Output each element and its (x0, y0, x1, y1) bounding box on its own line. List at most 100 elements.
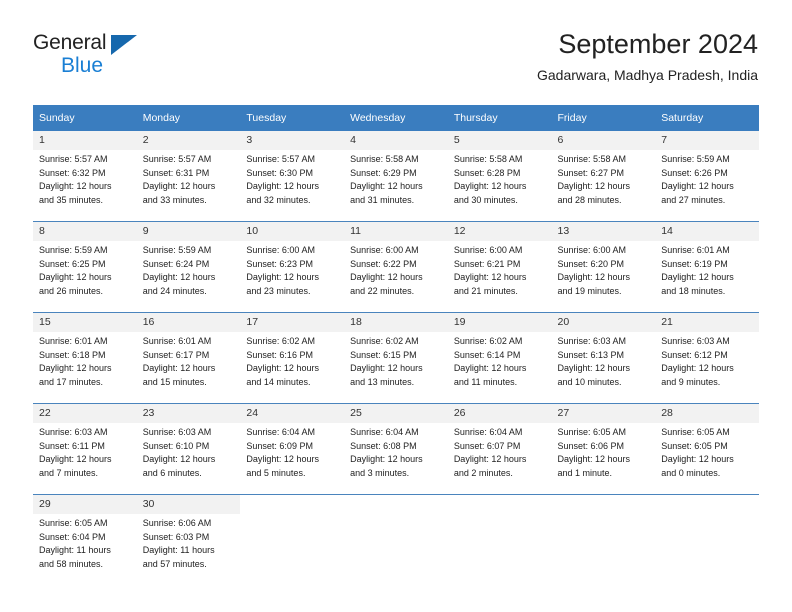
daylight-text-line2: and 19 minutes. (557, 285, 622, 296)
sunset-text: Sunset: 6:32 PM (39, 167, 106, 178)
sunset-text: Sunset: 6:29 PM (350, 167, 417, 178)
day-cell-inner: 2 Sunrise: 5:57 AM Sunset: 6:31 PM Daylight… (136, 131, 241, 215)
daylight-text-line2: and 31 minutes. (350, 194, 415, 205)
day-cell-inner: 18 Sunrise: 6:02 AM Sunset: 6:15 PM Dayligh… (344, 313, 448, 397)
calendar-day-cell[interactable]: 19 Sunrise: 6:02 AM Sunset: 6:14 PM Dayligh… (447, 312, 552, 397)
calendar-day-cell[interactable]: 13 Sunrise: 6:00 AM Sunset: 6:20 PM Dayligh… (551, 221, 656, 306)
sunset-text: Sunset: 6:09 PM (246, 440, 313, 451)
day-cell-inner (240, 495, 345, 579)
daylight-text-line2: and 10 minutes. (557, 376, 622, 387)
general-blue-logo[interactable]: General Blue (33, 32, 163, 84)
calendar-day-cell[interactable]: 2 Sunrise: 5:57 AM Sunset: 6:31 PM Daylight… (136, 131, 241, 215)
daylight-text-line2: and 24 minutes. (142, 285, 207, 296)
daylight-text-line1: Daylight: 12 hours (39, 181, 112, 192)
sunrise-text: Sunrise: 5:58 AM (453, 154, 523, 164)
daylight-text-line1: Daylight: 12 hours (142, 272, 216, 283)
sunset-text: Sunset: 6:27 PM (557, 167, 625, 178)
daylight-text-line2: and 57 minutes. (142, 558, 207, 569)
weekday-header-saturday: Saturday (655, 105, 759, 131)
calendar-day-cell[interactable]: 18 Sunrise: 6:02 AM Sunset: 6:15 PM Dayligh… (344, 312, 448, 397)
daylight-text-line2: and 14 minutes. (246, 376, 311, 387)
sunrise-text: Sunrise: 6:04 AM (350, 427, 419, 437)
daylight-text-line2: and 21 minutes. (453, 285, 518, 296)
calendar-day-cell[interactable]: 11 Sunrise: 6:00 AM Sunset: 6:22 PM Dayligh… (344, 221, 448, 306)
calendar-day-cell[interactable]: 20 Sunrise: 6:03 AM Sunset: 6:13 PM Dayligh… (551, 312, 656, 397)
calendar-empty-cell (344, 494, 448, 579)
day-cell-inner: 20 Sunrise: 6:03 AM Sunset: 6:13 PM Dayligh… (551, 313, 656, 397)
daylight-text-line2: and 22 minutes. (350, 285, 415, 296)
day-cell-inner: 11 Sunrise: 6:00 AM Sunset: 6:22 PM Dayligh… (344, 222, 448, 306)
sunset-text: Sunset: 6:18 PM (39, 349, 106, 360)
day-number: 14 (655, 222, 759, 241)
daylight-text-line1: Daylight: 12 hours (557, 272, 631, 283)
sunrise-text: Sunrise: 5:57 AM (142, 154, 212, 164)
day-details: Sunrise: 5:58 AM Sunset: 6:28 PM Daylight:… (448, 150, 552, 207)
day-details: Sunrise: 5:58 AM Sunset: 6:29 PM Daylight:… (344, 150, 448, 207)
weekday-header-friday: Friday (551, 105, 656, 131)
day-cell-inner: 17 Sunrise: 6:02 AM Sunset: 6:16 PM Dayligh… (240, 313, 345, 397)
daylight-text-line2: and 3 minutes. (350, 467, 410, 478)
calendar-day-cell[interactable]: 8 Sunrise: 5:59 AM Sunset: 6:25 PM Daylight… (33, 221, 137, 306)
day-details: Sunrise: 5:57 AM Sunset: 6:31 PM Daylight:… (137, 150, 241, 207)
day-details: Sunrise: 5:57 AM Sunset: 6:32 PM Daylight:… (33, 150, 137, 207)
calendar-day-cell[interactable]: 7 Sunrise: 5:59 AM Sunset: 6:26 PM Daylight… (655, 131, 759, 215)
calendar-day-cell[interactable]: 10 Sunrise: 6:00 AM Sunset: 6:23 PM Dayligh… (240, 221, 345, 306)
calendar-day-cell[interactable]: 16 Sunrise: 6:01 AM Sunset: 6:17 PM Dayligh… (136, 312, 241, 397)
day-details (344, 514, 448, 517)
daylight-text-line1: Daylight: 12 hours (246, 272, 319, 283)
sunrise-text: Sunrise: 5:58 AM (557, 154, 627, 164)
calendar-empty-cell (240, 494, 345, 579)
calendar-day-cell[interactable]: 21 Sunrise: 6:03 AM Sunset: 6:12 PM Dayligh… (655, 312, 759, 397)
day-details: Sunrise: 6:03 AM Sunset: 6:10 PM Daylight:… (137, 423, 241, 480)
calendar-day-cell[interactable]: 24 Sunrise: 6:04 AM Sunset: 6:09 PM Dayligh… (240, 403, 345, 488)
calendar-day-cell[interactable]: 12 Sunrise: 6:00 AM Sunset: 6:21 PM Dayligh… (447, 221, 552, 306)
day-details: Sunrise: 5:57 AM Sunset: 6:30 PM Daylight:… (240, 150, 344, 207)
calendar-week-row: 1 Sunrise: 5:57 AM Sunset: 6:32 PM Daylight… (33, 131, 759, 215)
day-cell-inner (344, 495, 448, 579)
sunrise-text: Sunrise: 6:02 AM (350, 336, 419, 346)
calendar-day-cell[interactable]: 1 Sunrise: 5:57 AM Sunset: 6:32 PM Daylight… (33, 131, 137, 215)
calendar-day-cell[interactable]: 17 Sunrise: 6:02 AM Sunset: 6:16 PM Dayligh… (240, 312, 345, 397)
calendar-day-cell[interactable]: 25 Sunrise: 6:04 AM Sunset: 6:08 PM Dayligh… (344, 403, 448, 488)
calendar-day-cell[interactable]: 23 Sunrise: 6:03 AM Sunset: 6:10 PM Dayligh… (136, 403, 241, 488)
sunset-text: Sunset: 6:04 PM (39, 531, 106, 542)
sunset-text: Sunset: 6:16 PM (246, 349, 313, 360)
weekday-header-wednesday: Wednesday (344, 105, 448, 131)
calendar-day-cell[interactable]: 4 Sunrise: 5:58 AM Sunset: 6:29 PM Daylight… (344, 131, 448, 215)
calendar-day-cell[interactable]: 5 Sunrise: 5:58 AM Sunset: 6:28 PM Daylight… (447, 131, 552, 215)
day-details: Sunrise: 6:06 AM Sunset: 6:03 PM Daylight:… (137, 514, 241, 571)
calendar-day-cell[interactable]: 15 Sunrise: 6:01 AM Sunset: 6:18 PM Dayligh… (33, 312, 137, 397)
calendar-day-cell[interactable]: 14 Sunrise: 6:01 AM Sunset: 6:19 PM Dayligh… (655, 221, 759, 306)
calendar-day-cell[interactable]: 29 Sunrise: 6:05 AM Sunset: 6:04 PM Dayligh… (33, 494, 137, 579)
sunset-text: Sunset: 6:28 PM (453, 167, 521, 178)
calendar-day-cell[interactable]: 28 Sunrise: 6:05 AM Sunset: 6:05 PM Dayligh… (655, 403, 759, 488)
calendar-day-cell[interactable]: 6 Sunrise: 5:58 AM Sunset: 6:27 PM Daylight… (551, 131, 656, 215)
day-number: 28 (655, 404, 759, 423)
calendar-day-cell[interactable]: 30 Sunrise: 6:06 AM Sunset: 6:03 PM Dayligh… (136, 494, 241, 579)
day-number: 8 (33, 222, 137, 241)
day-number: 4 (344, 131, 448, 150)
day-number (447, 495, 552, 514)
calendar-day-cell[interactable]: 3 Sunrise: 5:57 AM Sunset: 6:30 PM Daylight… (240, 131, 345, 215)
sunset-text: Sunset: 6:07 PM (453, 440, 521, 451)
sunrise-text: Sunrise: 6:00 AM (557, 245, 627, 255)
day-cell-inner: 9 Sunrise: 5:59 AM Sunset: 6:24 PM Daylight… (136, 222, 241, 306)
sunrise-text: Sunrise: 5:57 AM (39, 154, 108, 164)
daylight-text-line1: Daylight: 12 hours (661, 363, 734, 374)
day-details: Sunrise: 6:05 AM Sunset: 6:06 PM Daylight:… (552, 423, 656, 480)
calendar-day-cell[interactable]: 9 Sunrise: 5:59 AM Sunset: 6:24 PM Daylight… (136, 221, 241, 306)
day-details: Sunrise: 6:03 AM Sunset: 6:11 PM Daylight:… (33, 423, 137, 480)
sunrise-text: Sunrise: 6:03 AM (557, 336, 627, 346)
logo-text-general: General (33, 31, 107, 54)
calendar-day-cell[interactable]: 22 Sunrise: 6:03 AM Sunset: 6:11 PM Dayligh… (33, 403, 137, 488)
day-number: 18 (344, 313, 448, 332)
day-cell-inner (551, 495, 656, 579)
sunrise-text: Sunrise: 5:59 AM (142, 245, 212, 255)
calendar-day-cell[interactable]: 27 Sunrise: 6:05 AM Sunset: 6:06 PM Dayligh… (551, 403, 656, 488)
calendar-day-cell[interactable]: 26 Sunrise: 6:04 AM Sunset: 6:07 PM Dayligh… (447, 403, 552, 488)
sunrise-text: Sunrise: 6:06 AM (142, 518, 212, 528)
day-cell-inner: 16 Sunrise: 6:01 AM Sunset: 6:17 PM Dayligh… (136, 313, 241, 397)
day-details: Sunrise: 6:03 AM Sunset: 6:12 PM Daylight:… (655, 332, 759, 389)
daylight-text-line2: and 32 minutes. (246, 194, 311, 205)
sunset-text: Sunset: 6:13 PM (557, 349, 625, 360)
